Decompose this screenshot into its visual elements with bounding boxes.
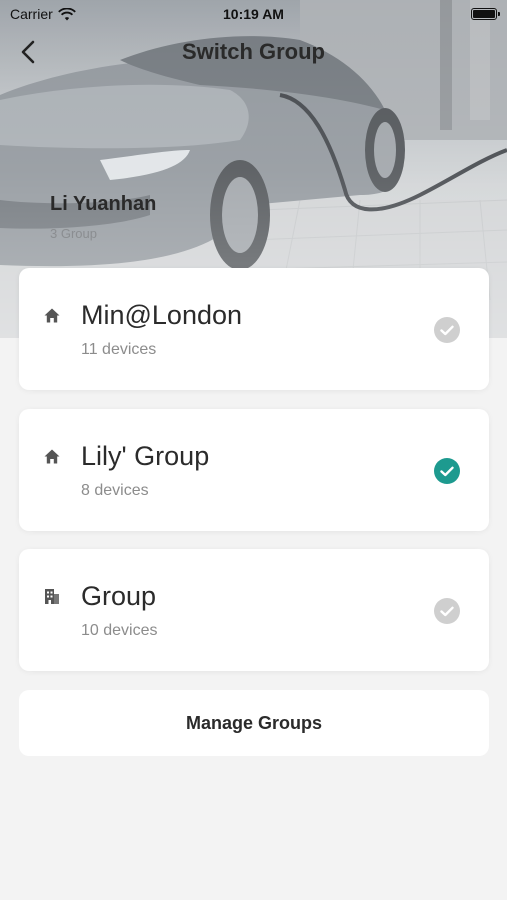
home-icon xyxy=(43,447,61,465)
check-icon[interactable] xyxy=(434,317,460,343)
group-card-min-london[interactable]: Min@London 11 devices xyxy=(19,268,489,390)
user-name: Li Yuanhan xyxy=(50,193,157,215)
device-count: 11 devices xyxy=(81,341,157,358)
group-card-lily-group[interactable]: Lily' Group 8 devices xyxy=(19,409,489,531)
group-name: Lily' Group xyxy=(81,441,210,471)
check-icon[interactable] xyxy=(434,598,460,624)
nav-bar: Switch Group xyxy=(0,30,507,74)
building-icon xyxy=(43,587,61,605)
back-button[interactable] xyxy=(14,38,42,66)
device-count: 8 devices xyxy=(81,482,149,499)
status-time: 10:19 AM xyxy=(223,6,284,22)
carrier-label: Carrier xyxy=(10,6,53,22)
home-icon xyxy=(43,306,61,324)
group-count: 3 Group xyxy=(50,226,97,241)
status-bar: Carrier 10:19 AM xyxy=(0,0,507,28)
manage-groups-button[interactable]: Manage Groups xyxy=(19,690,489,756)
user-info: Li Yuanhan 3 Group xyxy=(50,193,156,241)
group-name: Group xyxy=(81,581,157,611)
device-count: 10 devices xyxy=(81,622,158,639)
wifi-icon xyxy=(57,7,76,20)
chevron-left-icon xyxy=(21,40,35,64)
check-selected-icon[interactable] xyxy=(434,458,460,484)
group-name: Min@London xyxy=(81,300,243,330)
group-card-group[interactable]: Group 10 devices xyxy=(19,549,489,671)
page-title: Switch Group xyxy=(182,39,325,64)
battery-icon xyxy=(471,8,500,20)
